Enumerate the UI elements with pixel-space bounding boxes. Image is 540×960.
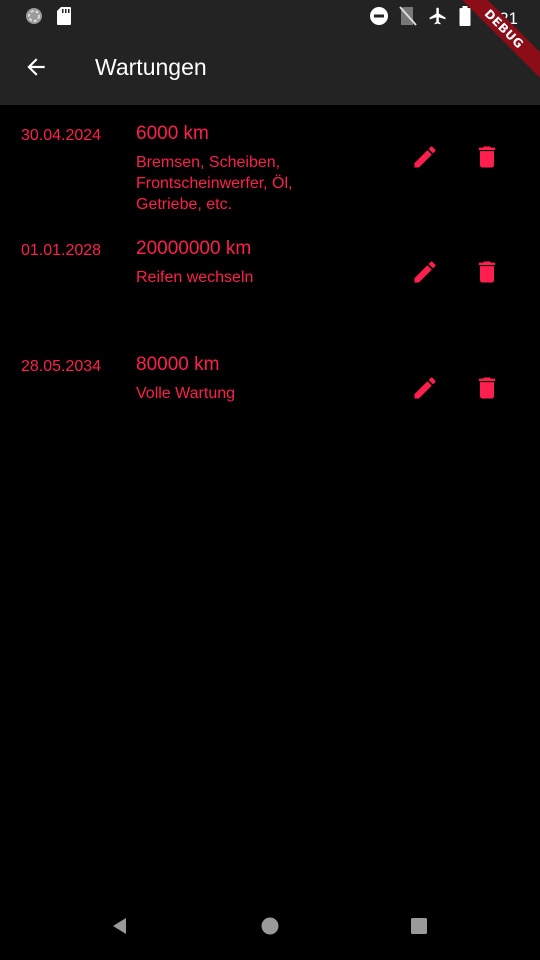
loading-icon bbox=[24, 6, 44, 31]
list-item: 30.04.2024 6000 km Bremsen, Scheiben, Fr… bbox=[0, 105, 540, 220]
no-sim-icon bbox=[399, 6, 417, 31]
app-bar: Wartungen bbox=[0, 33, 540, 105]
trash-icon bbox=[473, 374, 501, 407]
edit-icon bbox=[411, 143, 439, 176]
edit-icon bbox=[411, 374, 439, 407]
maintenance-description: Volle Wartung bbox=[136, 385, 236, 402]
edit-button[interactable] bbox=[408, 373, 442, 407]
maintenance-date: 01.01.2028 bbox=[21, 242, 102, 259]
nav-home-button[interactable] bbox=[260, 916, 280, 941]
back-button[interactable] bbox=[18, 51, 54, 87]
nav-home-icon bbox=[260, 917, 280, 940]
nav-back-button[interactable] bbox=[110, 916, 130, 941]
airplane-icon bbox=[427, 6, 449, 31]
edit-icon bbox=[411, 258, 439, 291]
edit-button[interactable] bbox=[408, 257, 442, 291]
page-title: Wartungen bbox=[95, 54, 207, 80]
maintenance-km: 6000 km bbox=[136, 123, 209, 144]
maintenance-date: 28.05.2034 bbox=[21, 358, 102, 375]
delete-button[interactable] bbox=[470, 257, 504, 291]
maintenance-km: 80000 km bbox=[136, 354, 220, 375]
system-nav-bar bbox=[0, 896, 540, 960]
delete-button[interactable] bbox=[470, 142, 504, 176]
trash-icon bbox=[473, 258, 501, 291]
nav-recents-button[interactable] bbox=[410, 917, 428, 940]
sd-card-icon bbox=[56, 6, 72, 31]
delete-button[interactable] bbox=[470, 373, 504, 407]
maintenance-km: 20000000 km bbox=[136, 238, 252, 259]
trash-icon bbox=[473, 143, 501, 176]
maintenance-date: 30.04.2024 bbox=[21, 127, 102, 144]
battery-icon bbox=[459, 6, 471, 31]
maintenance-description: Bremsen, Scheiben, Frontscheinwerfer, Öl… bbox=[136, 154, 293, 213]
list-item: 28.05.2034 80000 km Volle Wartung bbox=[0, 336, 540, 452]
nav-recents-icon bbox=[410, 918, 428, 939]
maintenance-list: 30.04.2024 6000 km Bremsen, Scheiben, Fr… bbox=[0, 105, 540, 452]
screen: 8:21 Wartungen DEBUG 30.04.2024 6000 km … bbox=[0, 0, 540, 960]
status-bar: 8:21 bbox=[0, 0, 540, 33]
do-not-disturb-icon bbox=[369, 6, 389, 31]
nav-back-icon bbox=[110, 918, 130, 940]
edit-button[interactable] bbox=[408, 142, 442, 176]
maintenance-description: Reifen wechseln bbox=[136, 269, 254, 286]
list-item: 01.01.2028 20000000 km Reifen wechseln bbox=[0, 220, 540, 336]
arrow-back-icon bbox=[23, 54, 49, 85]
